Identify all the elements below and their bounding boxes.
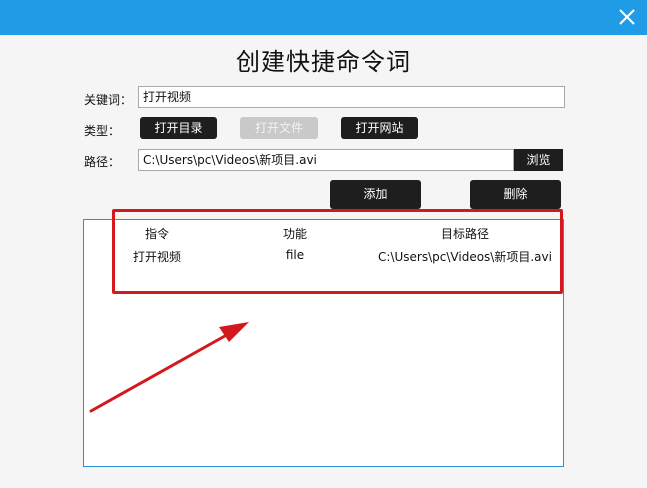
annotation-arrow [89,322,249,413]
